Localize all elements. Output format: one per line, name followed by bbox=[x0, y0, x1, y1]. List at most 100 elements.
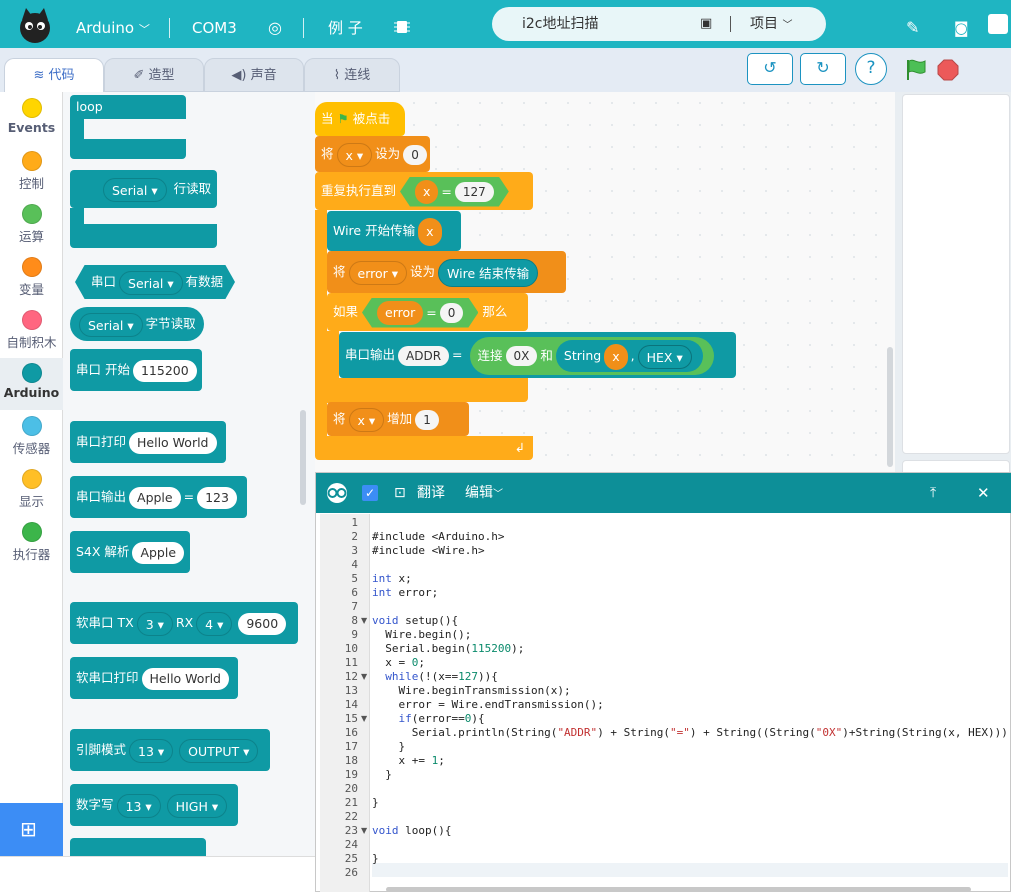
if-block[interactable]: 如果 error = 0 那么 bbox=[327, 293, 528, 331]
board-select[interactable]: Arduino ﹀ bbox=[76, 0, 150, 48]
serial-readline-block[interactable]: Serial ▾ 行读取 bbox=[70, 170, 217, 208]
loop-block[interactable]: loop bbox=[70, 95, 186, 119]
partial-block[interactable] bbox=[70, 838, 206, 856]
fold-toggle-icon[interactable]: ▼ bbox=[361, 826, 367, 835]
workspace-scrollbar[interactable] bbox=[887, 347, 893, 467]
tab-costume[interactable]: ✐ 造型 bbox=[104, 58, 204, 92]
checkbox-checked-icon[interactable]: ✓ bbox=[362, 485, 378, 501]
save-icon[interactable]: ▣ bbox=[700, 7, 712, 41]
category-my-blocks[interactable]: 自制积木 bbox=[0, 310, 63, 362]
serial-dropdown[interactable]: Serial ▾ bbox=[79, 312, 143, 337]
pin-dropdown[interactable]: 13 ▾ bbox=[129, 738, 174, 763]
close-icon[interactable]: ✕ bbox=[977, 473, 990, 513]
fold-toggle-icon[interactable]: ▼ bbox=[361, 714, 367, 723]
text-input[interactable]: Apple bbox=[132, 541, 185, 564]
set-variable-block[interactable]: 将x ▾ 设为 0 bbox=[315, 136, 430, 172]
rx-dropdown[interactable]: 4 ▾ bbox=[196, 611, 233, 636]
set-error-block[interactable]: 将 error ▾ 设为 Wire 结束传输 bbox=[327, 251, 566, 293]
change-variable-block[interactable]: 将x ▾ 增加 1 bbox=[327, 402, 469, 436]
variable-dropdown[interactable]: x ▾ bbox=[348, 407, 385, 432]
serial-read-byte-block[interactable]: Serial ▾ 字节读取 bbox=[70, 307, 204, 341]
tx-dropdown[interactable]: 3 ▾ bbox=[136, 611, 173, 636]
serial-dropdown[interactable]: Serial ▾ bbox=[119, 270, 183, 295]
value-input[interactable]: 1 bbox=[415, 409, 439, 430]
fold-toggle-icon[interactable]: ▼ bbox=[361, 672, 367, 681]
format-dropdown[interactable]: HEX ▾ bbox=[637, 344, 692, 369]
repeat-until-block[interactable]: 重复执行直到 x = 127 bbox=[315, 172, 533, 210]
pin-mode-block[interactable]: 引脚模式 13 ▾ OUTPUT ▾ bbox=[70, 729, 270, 771]
key-input[interactable]: Apple bbox=[129, 486, 181, 509]
category-control[interactable]: 控制 bbox=[0, 151, 63, 203]
concat-reporter[interactable]: 连接 0X 和 String x, HEX ▾ bbox=[469, 336, 714, 375]
equals-operator[interactable]: error = 0 bbox=[362, 298, 478, 328]
fold-toggle-icon[interactable]: ▼ bbox=[361, 616, 367, 625]
category-display[interactable]: 显示 bbox=[0, 469, 63, 521]
add-extension-button[interactable]: ⊞ bbox=[0, 803, 63, 856]
mode-dropdown[interactable]: OUTPUT ▾ bbox=[179, 738, 259, 763]
variable-dropdown[interactable]: x ▾ bbox=[336, 142, 373, 167]
variable-reporter[interactable]: x bbox=[604, 343, 628, 370]
digital-write-block[interactable]: 数字写 13 ▾ HIGH ▾ bbox=[70, 784, 238, 826]
text-input[interactable]: Hello World bbox=[141, 667, 229, 690]
baud-input[interactable]: 9600 bbox=[238, 612, 287, 635]
code-horizontal-scrollbar[interactable] bbox=[386, 887, 971, 892]
stop-icon[interactable] bbox=[936, 58, 960, 82]
tab-code[interactable]: ≋ 代码 bbox=[4, 58, 104, 92]
variable-reporter[interactable]: error bbox=[377, 301, 423, 325]
undo-button[interactable]: ↺ bbox=[747, 53, 793, 85]
tab-wiring[interactable]: ⌇ 连线 bbox=[304, 58, 400, 92]
variable-reporter[interactable]: x bbox=[415, 180, 438, 204]
examples-button[interactable]: 例 子 bbox=[328, 0, 363, 48]
upload-icon[interactable]: ⤒ bbox=[930, 473, 936, 513]
key-input[interactable]: ADDR bbox=[398, 345, 450, 366]
category-arduino[interactable]: Arduino bbox=[0, 358, 63, 410]
variable-dropdown[interactable]: error ▾ bbox=[348, 260, 408, 285]
serial-output-block[interactable]: 串口输出 ADDR = 连接 0X 和 String x, HEX ▾ bbox=[339, 332, 736, 378]
equals-operator[interactable]: x = 127 bbox=[400, 177, 509, 207]
globe-icon[interactable]: ◎ bbox=[268, 0, 282, 48]
s4x-parse-block[interactable]: S4X 解析 Apple bbox=[70, 531, 190, 573]
redo-button[interactable]: ↻ bbox=[800, 53, 846, 85]
serial-print-block[interactable]: 串口打印 Hello World bbox=[70, 421, 226, 463]
string-reporter[interactable]: String x, HEX ▾ bbox=[555, 340, 703, 372]
category-variables[interactable]: 变量 bbox=[0, 257, 63, 309]
text-input[interactable]: Hello World bbox=[129, 431, 217, 454]
category-operators[interactable]: 运算 bbox=[0, 204, 63, 256]
chip-icon[interactable] bbox=[394, 0, 410, 48]
serial-output-block[interactable]: 串口输出 Apple = 123 bbox=[70, 476, 247, 518]
value-input[interactable]: 0 bbox=[440, 303, 464, 323]
category-events[interactable]: Events bbox=[0, 98, 63, 150]
edit-menu[interactable]: 编辑﹀ bbox=[465, 473, 503, 515]
palette-scrollbar[interactable] bbox=[300, 410, 306, 505]
level-dropdown[interactable]: HIGH ▾ bbox=[166, 793, 228, 818]
serial-available-block[interactable]: 串口 Serial ▾ 有数据 bbox=[75, 265, 235, 299]
project-menu[interactable]: 项目 ﹀ bbox=[750, 7, 792, 43]
wire-end-reporter[interactable]: Wire 结束传输 bbox=[438, 258, 539, 287]
project-name[interactable]: i2c地址扫描 bbox=[522, 7, 599, 41]
baud-input[interactable]: 115200 bbox=[132, 359, 197, 382]
category-actuators[interactable]: 执行器 bbox=[0, 522, 63, 574]
serial-dropdown[interactable]: Serial ▾ bbox=[103, 177, 167, 202]
script-workspace[interactable]: 当 ⚑ 被点击 将x ▾ 设为 0 重复执行直到 x = 127 Wire 开始传输 x … bbox=[315, 92, 895, 472]
edit-pen-icon[interactable]: ✎ bbox=[906, 0, 919, 48]
category-sensors[interactable]: 传感器 bbox=[0, 416, 63, 468]
soft-serial-print-block[interactable]: 软串口打印 Hello World bbox=[70, 657, 238, 699]
serial-begin-block[interactable]: 串口 开始 115200 bbox=[70, 349, 202, 391]
text-input[interactable]: 0X bbox=[505, 346, 538, 366]
translate-button[interactable]: 翻译 bbox=[417, 473, 445, 513]
soft-serial-block[interactable]: 软串口 TX 3 ▾ RX 4 ▾ 9600 bbox=[70, 602, 298, 644]
help-button[interactable]: ? bbox=[855, 53, 887, 85]
value-input[interactable]: 0 bbox=[403, 144, 427, 165]
fullscreen-icon[interactable] bbox=[988, 14, 1008, 34]
variable-reporter[interactable]: x bbox=[418, 217, 442, 246]
wire-begin-block[interactable]: Wire 开始传输 x bbox=[327, 211, 461, 251]
value-input[interactable]: 123 bbox=[197, 486, 237, 509]
tab-sound[interactable]: ◀) 声音 bbox=[204, 58, 304, 92]
green-flag-icon[interactable] bbox=[904, 58, 928, 82]
value-input[interactable]: 127 bbox=[455, 182, 494, 202]
category-label: 显示 bbox=[18, 494, 44, 509]
pin-dropdown[interactable]: 13 ▾ bbox=[116, 793, 161, 818]
when-flag-clicked-block[interactable]: 当 ⚑ 被点击 bbox=[315, 102, 405, 136]
camera-icon[interactable]: ◙ bbox=[954, 0, 969, 48]
port-select[interactable]: COM3 bbox=[192, 0, 237, 48]
